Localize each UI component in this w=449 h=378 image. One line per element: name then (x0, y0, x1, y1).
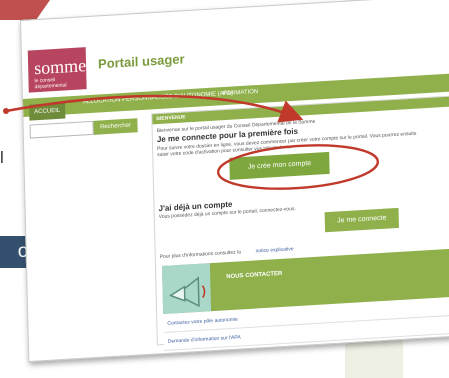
annotation-highlight-circle (216, 144, 380, 190)
annotation-arrow (5, 94, 304, 123)
arrow-start-dot (3, 108, 9, 114)
annotation-overlay (3, 94, 380, 190)
